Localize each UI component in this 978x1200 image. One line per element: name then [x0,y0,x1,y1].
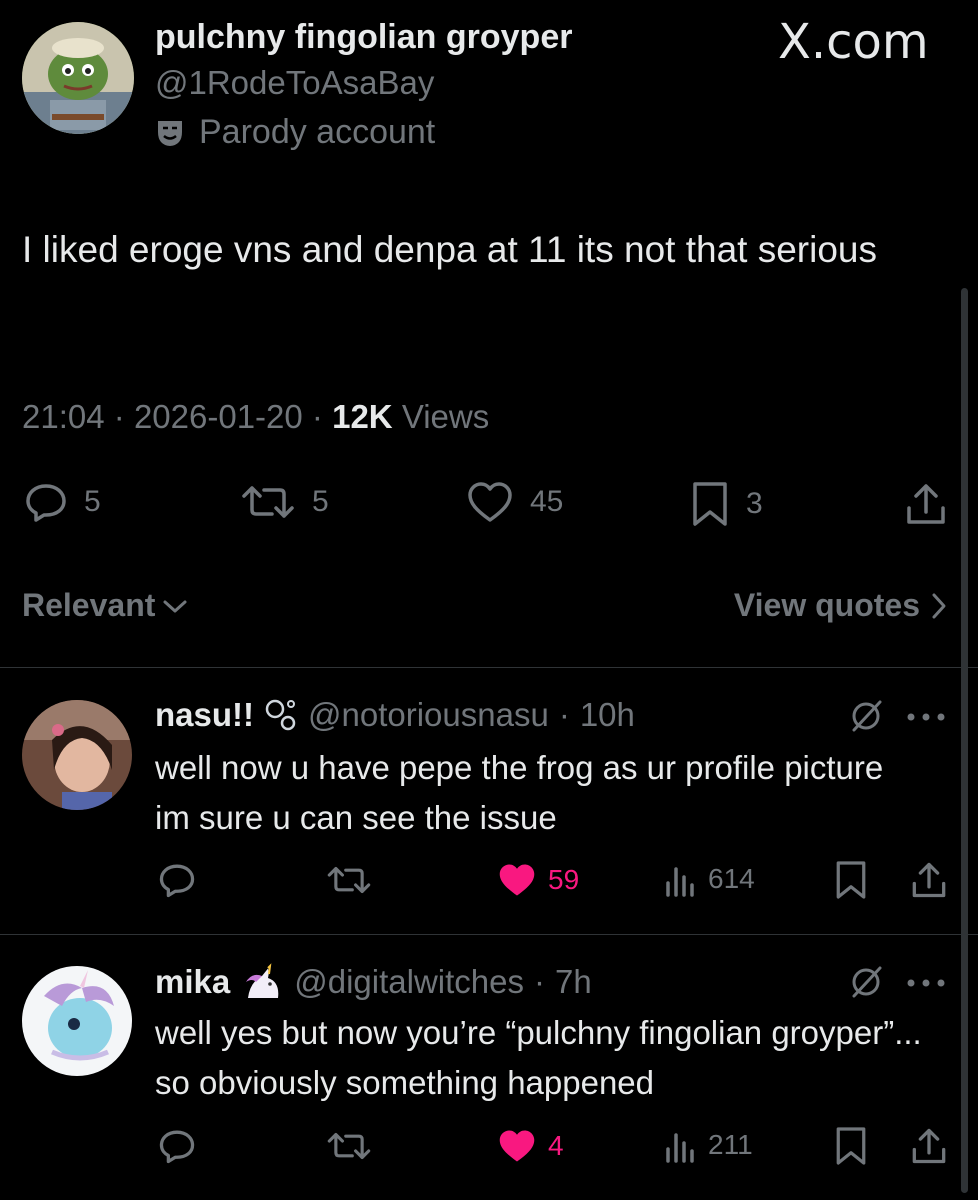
like-button[interactable]: 45 [466,480,563,524]
reply-share-button[interactable] [910,1125,948,1167]
bookmark-button[interactable]: 3 [690,480,763,528]
heart-filled-icon [496,1127,538,1165]
reply-icon [158,1127,196,1165]
chevron-right-icon [930,591,948,621]
analytics-icon [664,861,698,897]
reply-view-count: 614 [708,863,755,894]
parody-label: Parody account [155,113,435,152]
reply-time[interactable]: 10h [580,696,635,734]
unicorn-icon [240,962,284,1002]
repost-icon [326,861,372,899]
reply-repost-button[interactable] [326,861,372,899]
meta-separator: · [558,696,570,733]
meta-separator: · [113,398,125,435]
meta-separator: · [533,963,545,1000]
author-avatar[interactable] [22,22,134,134]
share-icon [910,859,948,901]
reply-like-count: 59 [548,864,580,895]
reply-avatar[interactable] [22,700,132,810]
bookmark-count: 3 [746,487,763,520]
x-watermark: X.com [778,14,929,70]
reply-display-name[interactable]: mika [155,963,230,1001]
tweet-meta: 21:04 · 2026-01-20 · 12K Views [22,398,489,436]
reply-repost-button[interactable] [326,1127,372,1165]
repost-count: 5 [312,485,329,518]
reply-display-name[interactable]: nasu!! [155,696,254,734]
share-button[interactable] [904,480,948,528]
reply-like-button[interactable]: 59 [496,861,579,899]
reply-header: mika @digitalwitches · 7h [155,962,592,1002]
sort-label: Relevant [22,587,156,623]
repost-button[interactable]: 5 [240,480,329,524]
heart-icon [466,480,514,524]
grok-icon[interactable] [848,698,884,734]
reply-icon [24,480,68,524]
reply-views-button[interactable]: 211 [664,1127,753,1163]
reply-count: 5 [84,485,101,518]
reply-like-button[interactable]: 4 [496,1127,564,1165]
repost-icon [326,1127,372,1165]
bookmark-icon [834,1125,868,1167]
sort-dropdown[interactable]: Relevant [22,587,189,624]
reply-reply-button[interactable] [158,1127,196,1165]
reply-icon [158,861,196,899]
reply-handle[interactable]: @notoriousnasu [308,696,549,734]
theater-mask-icon [155,118,185,148]
reply-text: well now u have pepe the frog as ur prof… [155,749,884,836]
divider [0,934,978,935]
reply-text: well yes but now you’re “pulchny fingoli… [155,1014,922,1101]
analytics-icon [664,1127,698,1163]
tweet-date: 2026-01-20 [133,398,303,435]
more-options-icon[interactable] [906,712,946,722]
tweet-time: 21:04 [22,398,105,435]
reply-share-button[interactable] [910,859,948,901]
bubbles-icon [264,697,298,733]
more-options-icon[interactable] [906,978,946,988]
reply-bookmark-button[interactable] [834,859,868,901]
like-count: 45 [530,485,564,518]
reply-like-count: 4 [548,1130,564,1161]
reply-button[interactable]: 5 [24,480,101,524]
reply-header: nasu!! @notoriousnasu · 10h [155,696,635,734]
reply-reply-button[interactable] [158,861,196,899]
reply-time[interactable]: 7h [555,963,592,1001]
author-display-name[interactable]: pulchny fingolian groyper [155,18,572,57]
divider [0,667,978,668]
share-icon [904,480,948,528]
repost-icon [240,480,296,524]
share-icon [910,1125,948,1167]
reply-views-button[interactable]: 614 [664,861,755,897]
bookmark-icon [834,859,868,901]
chevron-down-icon [161,596,189,616]
view-quotes-label: View quotes [733,587,920,623]
reply-avatar[interactable] [22,966,132,1076]
scrollbar[interactable] [961,288,968,1193]
parody-label-text: Parody account [199,113,436,151]
grok-icon[interactable] [848,964,884,1000]
meta-separator: · [311,398,323,435]
heart-filled-icon [496,861,538,899]
bookmark-icon [690,480,730,528]
view-quotes-link[interactable]: View quotes [734,587,948,624]
reply-handle[interactable]: @digitalwitches [294,963,524,1001]
views-count: 12K [332,398,393,435]
reply-bookmark-button[interactable] [834,1125,868,1167]
author-handle[interactable]: @1RodeToAsaBay [155,64,434,102]
tweet-text: I liked eroge vns and denpa at 11 its no… [22,229,877,270]
reply-view-count: 211 [708,1129,753,1160]
views-label: Views [401,398,490,435]
